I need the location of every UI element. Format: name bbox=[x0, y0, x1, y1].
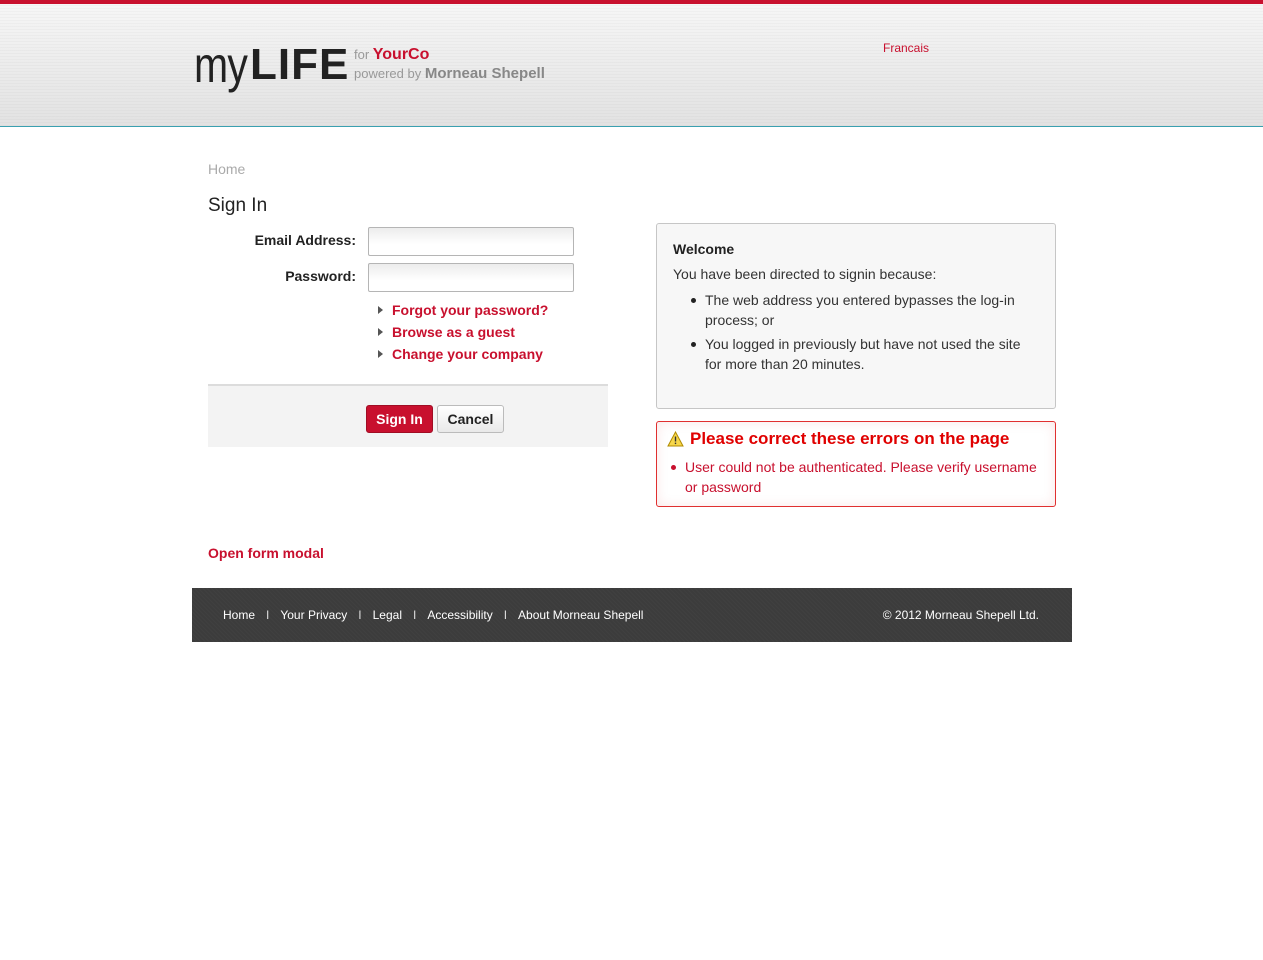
form-actions: Sign In Cancel bbox=[208, 384, 608, 447]
error-heading: Please correct these errors on the page bbox=[667, 429, 1045, 449]
footer-link-about[interactable]: About Morneau Shepell bbox=[518, 608, 643, 622]
triangle-right-icon bbox=[378, 328, 383, 336]
page-title: Sign In bbox=[208, 195, 268, 216]
password-label: Password: bbox=[285, 268, 356, 284]
welcome-reasons: The web address you entered bypasses the… bbox=[687, 290, 1039, 374]
email-field[interactable] bbox=[368, 227, 574, 256]
change-company-link[interactable]: Change your company bbox=[392, 345, 543, 363]
language-toggle-link[interactable]: Francais bbox=[883, 41, 929, 55]
list-item: Change your company bbox=[378, 343, 548, 365]
triangle-right-icon bbox=[378, 306, 383, 314]
email-label: Email Address: bbox=[254, 232, 356, 248]
cancel-button[interactable]: Cancel bbox=[437, 405, 504, 433]
error-panel: Please correct these errors on the page … bbox=[656, 421, 1056, 507]
brand-company-line: for YourCo bbox=[354, 46, 429, 64]
footer-link-privacy[interactable]: Your Privacy bbox=[280, 608, 347, 622]
footer-link-accessibility[interactable]: Accessibility bbox=[427, 608, 492, 622]
sign-in-button[interactable]: Sign In bbox=[366, 405, 433, 433]
footer-separator: I bbox=[266, 608, 270, 622]
footer-separator: I bbox=[413, 608, 417, 622]
footer-separator: I bbox=[503, 608, 508, 622]
signin-help-links: Forgot your password? Browse as a guest … bbox=[378, 299, 548, 365]
copyright-text: © 2012 Morneau Shepell Ltd. bbox=[882, 608, 1039, 622]
list-item: Forgot your password? bbox=[378, 299, 548, 321]
footer-nav: Home I Your Privacy I Legal I Accessibil… bbox=[223, 608, 643, 622]
list-item: The web address you entered bypasses the… bbox=[687, 290, 1039, 330]
breadcrumb: Home bbox=[208, 161, 245, 177]
list-item: You logged in previously but have not us… bbox=[687, 334, 1039, 374]
company-name: YourCo bbox=[372, 46, 430, 63]
forgot-password-link[interactable]: Forgot your password? bbox=[392, 301, 548, 319]
powered-by-company: Morneau Shepell bbox=[424, 65, 545, 82]
list-item: Browse as a guest bbox=[378, 321, 548, 343]
footer-separator: I bbox=[358, 608, 362, 622]
mylife-logo[interactable]: my LIFE bbox=[194, 37, 348, 96]
footer-link-home[interactable]: Home bbox=[223, 608, 255, 622]
warning-icon bbox=[667, 431, 684, 447]
for-label: for bbox=[354, 47, 370, 62]
triangle-right-icon bbox=[378, 350, 383, 358]
powered-by-line: powered by Morneau Shepell bbox=[354, 65, 545, 82]
welcome-panel: Welcome You have been directed to signin… bbox=[656, 223, 1056, 409]
logo-life-text: LIFE bbox=[250, 40, 350, 89]
error-list: User could not be authenticated. Please … bbox=[667, 457, 1045, 497]
site-header: my LIFE for YourCo powered by Morneau She… bbox=[0, 0, 1263, 127]
error-title: Please correct these errors on the page bbox=[690, 429, 1010, 448]
browse-as-guest-link[interactable]: Browse as a guest bbox=[392, 323, 515, 341]
footer-link-legal[interactable]: Legal bbox=[373, 608, 402, 622]
logo-my-text: my bbox=[194, 37, 248, 93]
error-message: User could not be authenticated. Please … bbox=[667, 457, 1039, 497]
welcome-title: Welcome bbox=[673, 241, 735, 257]
open-form-modal-link[interactable]: Open form modal bbox=[208, 545, 324, 561]
powered-by-label: powered by bbox=[354, 66, 422, 81]
site-footer: Home I Your Privacy I Legal I Accessibil… bbox=[192, 588, 1072, 642]
password-field[interactable] bbox=[368, 263, 574, 292]
breadcrumb-home[interactable]: Home bbox=[208, 161, 245, 177]
welcome-intro: You have been directed to signin because… bbox=[673, 266, 937, 282]
